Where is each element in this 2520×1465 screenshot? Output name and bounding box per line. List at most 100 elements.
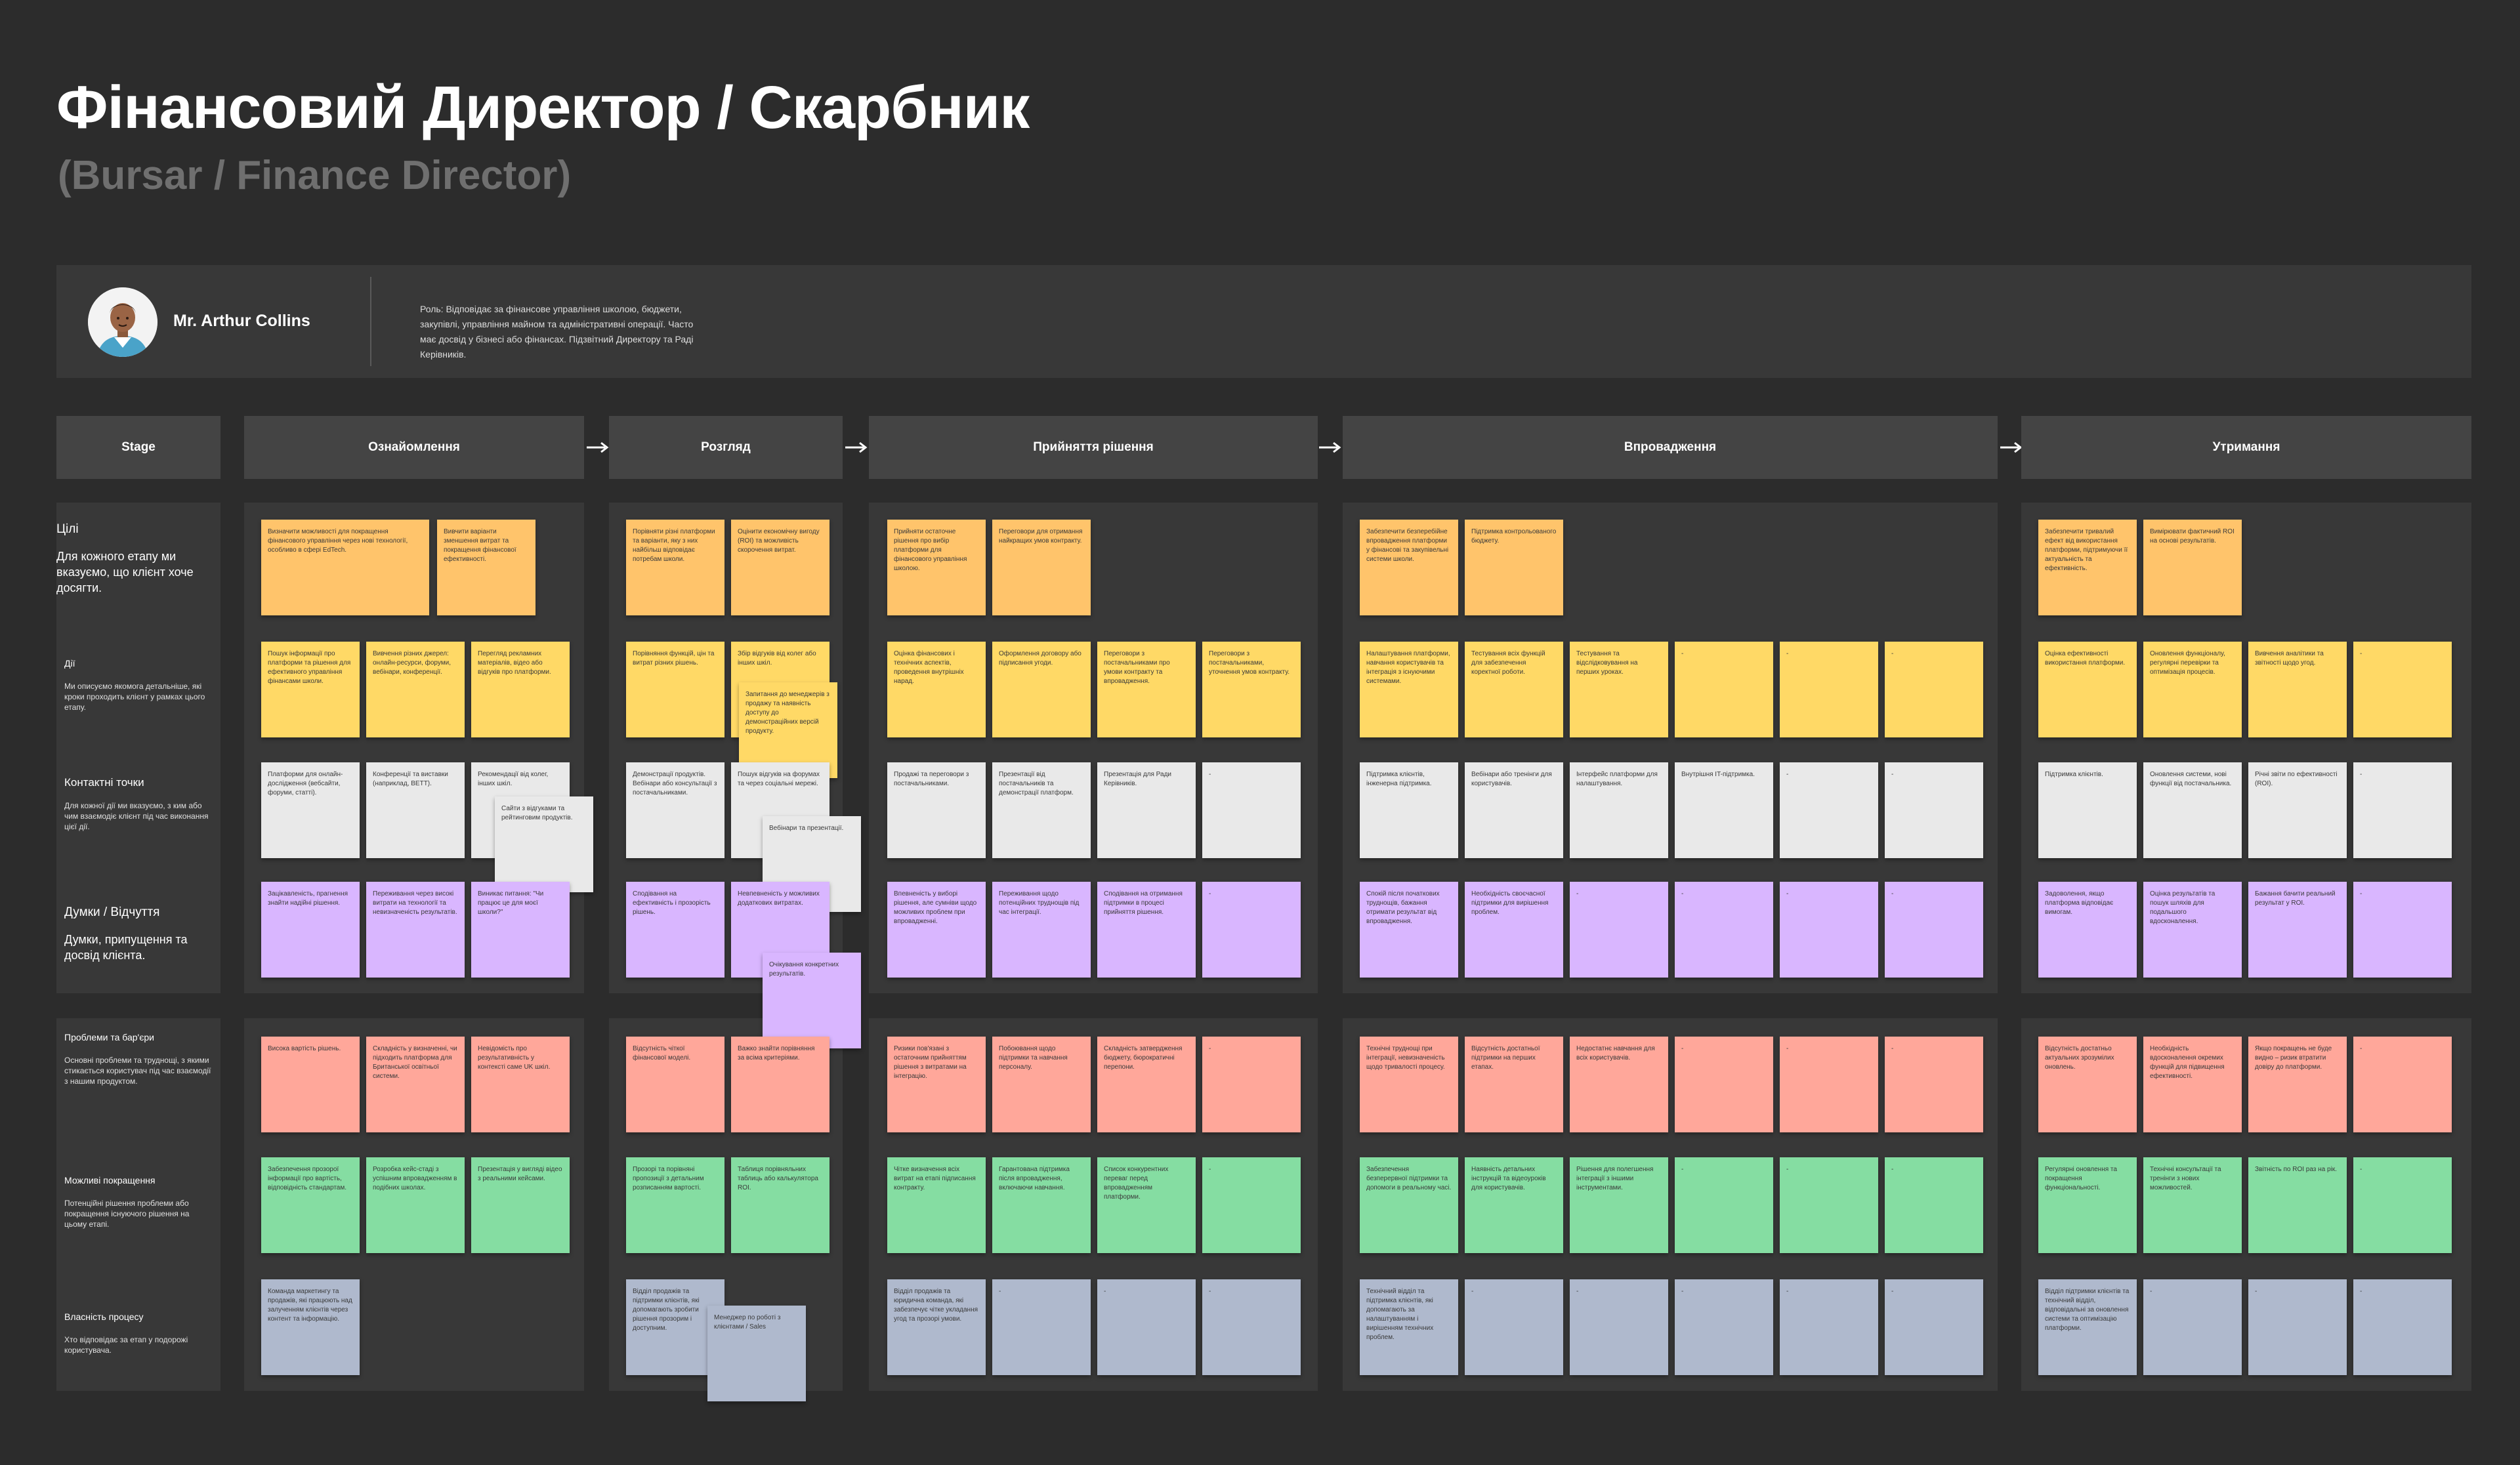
note-problem[interactable]: - <box>1675 1037 1773 1132</box>
note-touchpoint[interactable]: Внутрішня IT-підтримка. <box>1675 762 1773 858</box>
note-problem[interactable]: Відсутність чіткої фінансової моделі. <box>626 1037 724 1132</box>
note-improvement[interactable]: Технічні консультації та тренінги з нови… <box>2143 1157 2242 1253</box>
note-problem[interactable]: Відсутність достатньої підтримки на перш… <box>1465 1037 1563 1132</box>
note-improvement[interactable]: - <box>1202 1157 1301 1253</box>
note-improvement[interactable]: - <box>1780 1157 1878 1253</box>
note-action[interactable]: Оцінка ефективності використання платфор… <box>2038 642 2137 737</box>
note-thought[interactable]: - <box>1675 882 1773 978</box>
note-action[interactable]: Пошук інформації про платформи та рішенн… <box>261 642 360 737</box>
note-problem[interactable]: Важко знайти порівняння за всіма критері… <box>731 1037 830 1132</box>
note-thought[interactable]: Сподівання на отримання підтримки в проц… <box>1097 882 1196 978</box>
note-touchpoint[interactable]: Підтримка клієнтів. <box>2038 762 2137 858</box>
note-thought[interactable]: Оцінка результатів та пошук шляхів для п… <box>2143 882 2242 978</box>
note-improvement[interactable]: Прозорі та порівняні пропозиції з деталь… <box>626 1157 724 1253</box>
note-touchpoint[interactable]: - <box>1885 762 1983 858</box>
note-ownership[interactable]: - <box>2143 1279 2242 1375</box>
note-problem[interactable]: Невідомість про результативність у конте… <box>471 1037 570 1132</box>
note-touchpoint[interactable]: - <box>2353 762 2452 858</box>
note-action[interactable]: - <box>1885 642 1983 737</box>
note-action[interactable]: - <box>1780 642 1878 737</box>
note-ownership[interactable]: - <box>2353 1279 2452 1375</box>
note-goal[interactable]: Вимірювати фактичний ROI на основі резул… <box>2143 520 2242 615</box>
note-goal[interactable]: Переговори для отримання найкращих умов … <box>992 520 1091 615</box>
note-action[interactable]: Переговори з постачальниками, уточнення … <box>1202 642 1301 737</box>
note-goal[interactable]: Підтримка контрольованого бюджету. <box>1465 520 1563 615</box>
note-touchpoint[interactable]: - <box>1202 762 1301 858</box>
note-goal[interactable]: Забезпечити безперебійне впровадження пл… <box>1360 520 1458 615</box>
note-ownership[interactable]: Технічний відділ та підтримка клієнтів, … <box>1360 1279 1458 1375</box>
note-problem[interactable]: - <box>1885 1037 1983 1132</box>
note-problem[interactable]: Технічні труднощі при інтеграції, невизн… <box>1360 1037 1458 1132</box>
note-goal[interactable]: Оцінити економічну вигоду (ROI) та можли… <box>731 520 830 615</box>
note-problem[interactable]: Висока вартість рішень. <box>261 1037 360 1132</box>
note-problem[interactable]: Складність затвердження бюджету, бюрокра… <box>1097 1037 1196 1132</box>
note-ownership[interactable]: Менеджер по роботі з клієнтами / Sales <box>707 1306 806 1401</box>
note-touchpoint[interactable]: Платформи для онлайн-дослідження (вебсай… <box>261 762 360 858</box>
note-touchpoint[interactable]: Сайти з відгуками та рейтинговим продукт… <box>495 796 593 892</box>
note-touchpoint[interactable]: Інтерфейс платформи для налаштування. <box>1570 762 1668 858</box>
note-problem[interactable]: Якщо покращень не буде видно – ризик втр… <box>2248 1037 2347 1132</box>
note-improvement[interactable]: Презентація у вигляді відео з реальними … <box>471 1157 570 1253</box>
note-touchpoint[interactable]: Продажі та переговори з постачальниками. <box>887 762 986 858</box>
note-problem[interactable]: Недостатнє навчання для всіх користувачі… <box>1570 1037 1668 1132</box>
note-improvement[interactable]: Чітке визначення всіх витрат на етапі пі… <box>887 1157 986 1253</box>
note-thought[interactable]: - <box>1780 882 1878 978</box>
note-problem[interactable]: Побоювання щодо підтримки та навчання пе… <box>992 1037 1091 1132</box>
note-problem[interactable]: Необхідність вдосконалення окремих функц… <box>2143 1037 2242 1132</box>
note-action[interactable]: Оцінка фінансових і технічних аспектів, … <box>887 642 986 737</box>
note-improvement[interactable]: Наявність детальних інструкцій та відеоу… <box>1465 1157 1563 1253</box>
note-improvement[interactable]: Список конкурентних переваг перед впрова… <box>1097 1157 1196 1253</box>
note-ownership[interactable]: - <box>1885 1279 1983 1375</box>
note-thought[interactable]: Очікування конкретних результатів. <box>763 953 861 1048</box>
note-thought[interactable]: Виникає питання: "Чи працює це для моєї … <box>471 882 570 978</box>
note-thought[interactable]: Бажання бачити реальний результат у ROI. <box>2248 882 2347 978</box>
note-improvement[interactable]: Звітність по ROI раз на рік. <box>2248 1157 2347 1253</box>
note-problem[interactable]: Ризики пов'язані з остаточним прийняттям… <box>887 1037 986 1132</box>
note-action[interactable]: Тестування та відслідковування на перших… <box>1570 642 1668 737</box>
note-thought[interactable]: - <box>2353 882 2452 978</box>
note-action[interactable]: Тестування всіх функцій для забезпечення… <box>1465 642 1563 737</box>
note-action[interactable]: - <box>2353 642 2452 737</box>
note-action[interactable]: Перегляд рекламних матеріалів, відео або… <box>471 642 570 737</box>
note-goal[interactable]: Прийняти остаточне рішення про вибір пла… <box>887 520 986 615</box>
note-thought[interactable]: Задоволення, якщо платформа відповідає в… <box>2038 882 2137 978</box>
note-touchpoint[interactable]: Підтримка клієнтів, інженерна підтримка. <box>1360 762 1458 858</box>
note-improvement[interactable]: Забезпечення прозорої інформації про вар… <box>261 1157 360 1253</box>
note-ownership[interactable]: Відділ підтримки клієнтів та технічний в… <box>2038 1279 2137 1375</box>
note-problem[interactable]: - <box>2353 1037 2452 1132</box>
note-ownership[interactable]: - <box>992 1279 1091 1375</box>
note-action[interactable]: Налаштування платформи, навчання користу… <box>1360 642 1458 737</box>
note-goal[interactable]: Забезпечити тривалий ефект від використа… <box>2038 520 2137 615</box>
note-action[interactable]: Оновлення функціоналу, регулярні перевір… <box>2143 642 2242 737</box>
note-thought[interactable]: Переживання щодо потенційних труднощів п… <box>992 882 1091 978</box>
note-thought[interactable]: - <box>1570 882 1668 978</box>
note-action[interactable]: Оформлення договору або підписання угоди… <box>992 642 1091 737</box>
note-improvement[interactable]: Забезпечення безперервної підтримки та д… <box>1360 1157 1458 1253</box>
note-improvement[interactable]: - <box>1675 1157 1773 1253</box>
note-touchpoint[interactable]: Презентація для Ради Керівників. <box>1097 762 1196 858</box>
note-action[interactable]: - <box>1675 642 1773 737</box>
note-touchpoint[interactable]: Оновлення системи, нові функції від пост… <box>2143 762 2242 858</box>
note-problem[interactable]: Складність у визначенні, чи підходить пл… <box>366 1037 465 1132</box>
note-goal[interactable]: Порівняти різні платформи та варіанти, я… <box>626 520 724 615</box>
note-problem[interactable]: Відсутність достатньо актуальних зрозумі… <box>2038 1037 2137 1132</box>
note-goal[interactable]: Визначити можливості для покращення фіна… <box>261 520 429 615</box>
note-ownership[interactable]: - <box>1570 1279 1668 1375</box>
note-touchpoint[interactable]: Конференції та виставки (наприклад, BETT… <box>366 762 465 858</box>
note-thought[interactable]: Необхідність своєчасної підтримки для ви… <box>1465 882 1563 978</box>
note-thought[interactable]: Переживання через високі витрати на техн… <box>366 882 465 978</box>
note-action[interactable]: Вивчення різних джерел: онлайн-ресурси, … <box>366 642 465 737</box>
note-thought[interactable]: Сподівання на ефективність і прозорість … <box>626 882 724 978</box>
note-improvement[interactable]: Розробка кейс-стаді з успішним впровадже… <box>366 1157 465 1253</box>
note-ownership[interactable]: - <box>1780 1279 1878 1375</box>
note-thought[interactable]: - <box>1885 882 1983 978</box>
note-thought[interactable]: Впевненість у виборі рішення, але сумнів… <box>887 882 986 978</box>
note-touchpoint[interactable]: Вебінари або тренінги для користувачів. <box>1465 762 1563 858</box>
note-touchpoint[interactable]: Демонстрації продуктів. Вебінари або кон… <box>626 762 724 858</box>
note-ownership[interactable]: - <box>1097 1279 1196 1375</box>
note-thought[interactable]: Зацікавленість, прагнення знайти надійні… <box>261 882 360 978</box>
note-action[interactable]: Порівняння функцій, цін та витрат різних… <box>626 642 724 737</box>
note-ownership[interactable]: - <box>1465 1279 1563 1375</box>
note-thought[interactable]: Спокій після початкових труднощів, бажан… <box>1360 882 1458 978</box>
note-improvement[interactable]: Гарантована підтримка після впровадження… <box>992 1157 1091 1253</box>
